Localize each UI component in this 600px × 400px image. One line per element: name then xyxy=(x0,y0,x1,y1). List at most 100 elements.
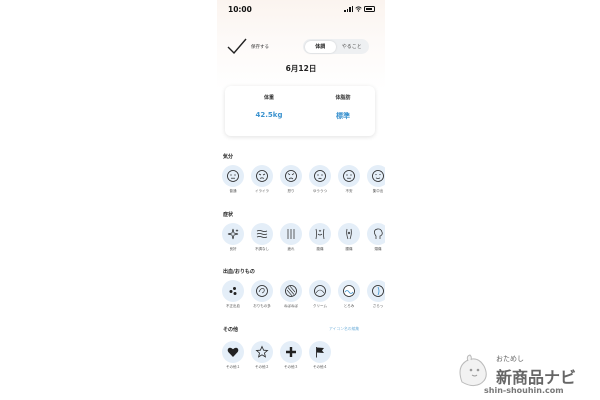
other-title: その他 xyxy=(223,327,239,333)
watermark-small-text: おためし xyxy=(496,355,524,363)
mood-label: 怒り xyxy=(287,189,295,193)
neutral-face-icon xyxy=(227,170,239,182)
flag-icon xyxy=(316,347,324,358)
gloomy-face-icon xyxy=(314,170,326,182)
other-item[interactable]: その他１ xyxy=(221,341,245,370)
mood-label: 普通 xyxy=(229,189,237,193)
symptom-label: 不調なし xyxy=(255,247,269,251)
discharge-item[interactable]: 不正出血 xyxy=(221,280,245,309)
mood-item[interactable]: 不安 xyxy=(337,165,361,194)
wifi-icon xyxy=(355,6,362,12)
symptoms-row: 良好 不調なし 疲れ 腹痛 腰痛 頭痛 xyxy=(221,223,385,252)
weight-label: 体重 xyxy=(263,95,274,101)
discharge-item[interactable]: さらっ xyxy=(366,280,385,309)
segmented-control: 体調 やること xyxy=(303,39,369,54)
other-item[interactable]: その他４ xyxy=(308,341,332,370)
other-label: その他４ xyxy=(313,365,327,369)
symptom-label: 腰痛 xyxy=(345,247,353,251)
discharge-label: クリーム xyxy=(313,304,327,308)
uneasy-face-icon xyxy=(343,170,355,182)
watermark-brand: 新商品ナビ xyxy=(496,368,577,387)
lines-icon xyxy=(287,229,295,239)
waves-icon xyxy=(256,230,268,238)
mood-item[interactable]: 集中出 xyxy=(366,165,385,194)
other-row: その他１ その他２ その他３ その他４ xyxy=(221,341,332,370)
mood-title: 気分 xyxy=(223,154,234,160)
mood-row: 普通 イライラ 怒り ゆううつ 不安 集中出 xyxy=(221,165,385,194)
discharge-item[interactable]: とろみ xyxy=(337,280,361,309)
tab-todo[interactable]: やること xyxy=(336,41,368,53)
discharge-label: とろみ xyxy=(343,304,355,308)
symptom-item[interactable]: 頭痛 xyxy=(366,223,385,252)
discharge-item[interactable]: ねばねば xyxy=(279,280,303,309)
signal-icon xyxy=(344,6,353,12)
heart-icon xyxy=(227,347,239,357)
other-label: その他２ xyxy=(255,365,269,369)
bodyfat-label: 体脂肪 xyxy=(335,95,351,101)
star-icon xyxy=(255,345,269,358)
weight-value: 42.5kg xyxy=(255,111,283,119)
discharge-label: さらっ xyxy=(372,304,384,308)
dots-icon xyxy=(229,287,237,295)
drop-circle-icon xyxy=(372,285,384,297)
discharge-label: おりもの多 xyxy=(253,304,271,308)
battery-icon xyxy=(364,6,375,12)
checkmark-icon[interactable] xyxy=(227,38,247,54)
watermark-url: shin-shouhin.com xyxy=(484,386,564,395)
discharge-row: 不正出血 おりもの多 ねばねば クリーム とろみ さらっ xyxy=(221,280,385,309)
status-time: 10:00 xyxy=(228,5,252,14)
mood-item[interactable]: ゆううつ xyxy=(308,165,332,194)
discharge-item[interactable]: クリーム xyxy=(308,280,332,309)
irritated-face-icon xyxy=(256,170,268,182)
head-icon xyxy=(374,228,383,239)
save-label[interactable]: 保存する xyxy=(251,44,269,50)
summary-card: 体重 42.5kg 体脂肪 標準 xyxy=(225,86,375,136)
watermark: おためし 新商品ナビ shin-shouhin.com xyxy=(454,350,594,396)
phone-screen: 10:00 保存する 体調 やること 6月12日 体重 42.5kg 体脂肪 標… xyxy=(217,0,385,400)
symptom-label: 腹痛 xyxy=(316,247,324,251)
wave-circle-icon xyxy=(343,285,355,297)
bodyfat-column[interactable]: 体脂肪 標準 xyxy=(313,94,373,121)
swirl-icon xyxy=(256,285,268,297)
symptom-item[interactable]: 腹痛 xyxy=(308,223,332,252)
other-label: その他１ xyxy=(226,365,240,369)
weight-column[interactable]: 体重 42.5kg xyxy=(239,94,299,119)
date-title: 6月12日 xyxy=(285,64,317,73)
symptom-item[interactable]: 良好 xyxy=(221,223,245,252)
curve-icon xyxy=(314,285,326,297)
abdomen-icon xyxy=(315,228,325,240)
mood-item[interactable]: 普通 xyxy=(221,165,245,194)
symptoms-title: 症状 xyxy=(223,212,234,218)
happy-face-icon xyxy=(372,170,384,182)
discharge-label: 不正出血 xyxy=(226,304,240,308)
discharge-title: 出血/おりもの xyxy=(223,269,255,275)
symptom-label: 頭痛 xyxy=(374,247,382,251)
symptom-item[interactable]: 疲れ xyxy=(279,223,303,252)
mood-label: 集中出 xyxy=(372,189,384,193)
discharge-item[interactable]: おりもの多 xyxy=(250,280,274,309)
edit-icon-names-link[interactable]: アイコン名の編集 xyxy=(329,326,359,332)
symptom-item[interactable]: 腰痛 xyxy=(337,223,361,252)
discharge-label: ねばねば xyxy=(284,304,298,308)
sparkle-icon xyxy=(227,228,239,240)
mood-item[interactable]: イライラ xyxy=(250,165,274,194)
bodyfat-value: 標準 xyxy=(336,112,350,120)
symptom-item[interactable]: 不調なし xyxy=(250,223,274,252)
other-item[interactable]: その他２ xyxy=(250,341,274,370)
angry-face-icon xyxy=(285,170,297,182)
body-icon xyxy=(346,228,352,240)
other-label: その他３ xyxy=(284,365,298,369)
mood-label: 不安 xyxy=(345,189,353,193)
other-item[interactable]: その他３ xyxy=(279,341,303,370)
page: 10:00 保存する 体調 やること 6月12日 体重 42.5kg 体脂肪 標… xyxy=(0,0,600,400)
mood-label: イライラ xyxy=(255,189,269,193)
striped-circle-icon xyxy=(285,285,297,297)
plus-icon xyxy=(286,347,296,357)
mood-item[interactable]: 怒り xyxy=(279,165,303,194)
symptom-label: 疲れ xyxy=(287,247,295,251)
status-icons xyxy=(344,6,375,12)
status-bar: 10:00 xyxy=(217,5,385,17)
mood-label: ゆううつ xyxy=(313,189,327,193)
symptom-label: 良好 xyxy=(229,247,237,251)
tab-condition[interactable]: 体調 xyxy=(304,40,336,53)
